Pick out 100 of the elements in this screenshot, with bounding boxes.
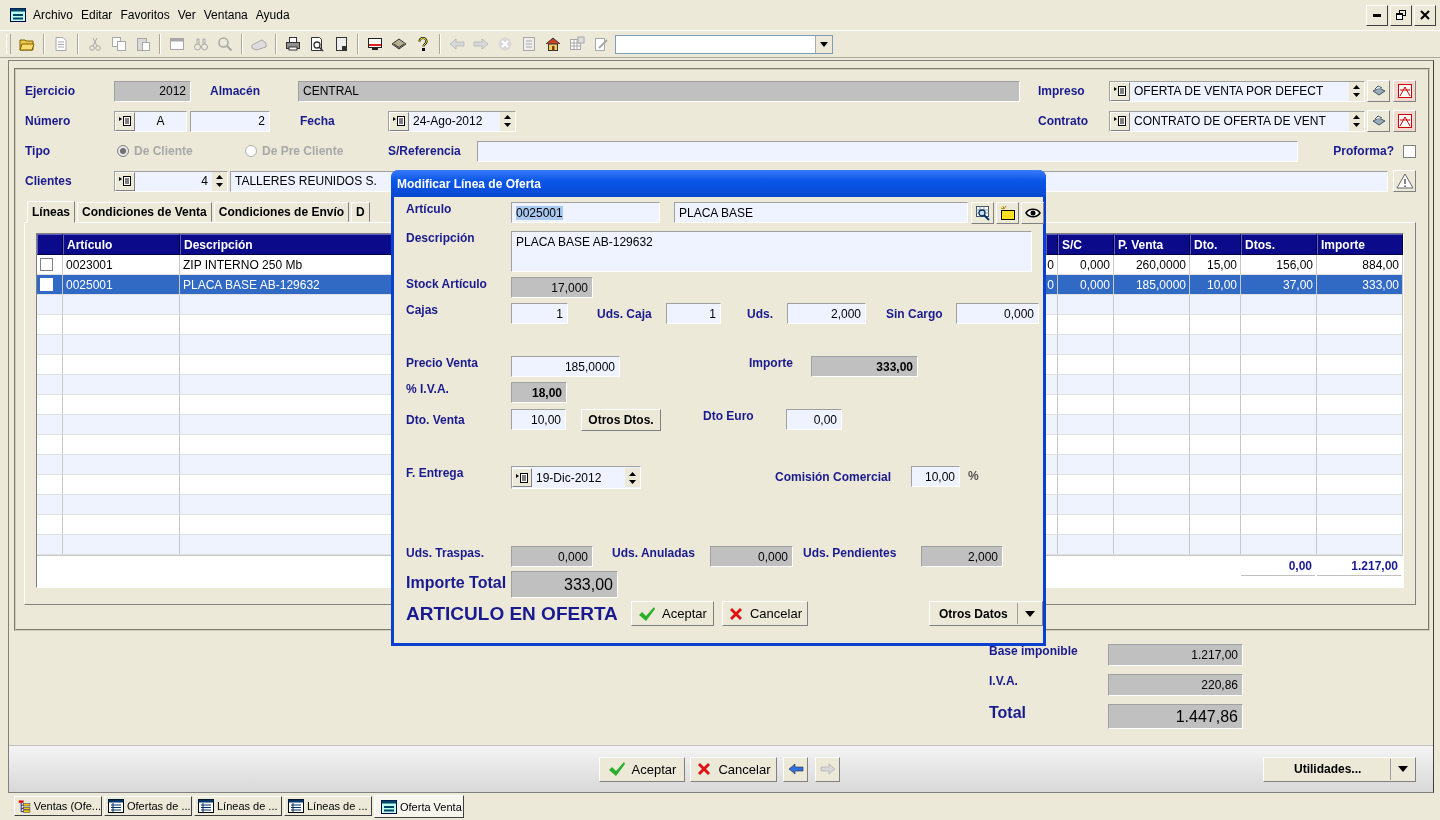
article-name-field[interactable]: PLACA BASE xyxy=(674,202,968,223)
description-field[interactable]: PLACA BASE AB-129632 xyxy=(511,231,1032,272)
tab[interactable]: Condiciones de Envío xyxy=(213,202,350,222)
article-code: 0025001 xyxy=(516,205,563,220)
printer-button[interactable] xyxy=(1367,110,1390,132)
spinner-icon[interactable] xyxy=(1352,84,1361,98)
cancelled-units-field: 0,000 xyxy=(710,546,793,567)
column-header[interactable]: S/C xyxy=(1058,234,1114,255)
discount-field[interactable]: 10,00 xyxy=(511,409,566,430)
cross-icon xyxy=(728,605,744,622)
cancel-button[interactable]: Cancelar xyxy=(690,756,777,782)
list-icon[interactable] xyxy=(118,115,132,127)
column-header[interactable]: Dto. xyxy=(1190,234,1241,255)
search-icon xyxy=(974,205,991,221)
date-field[interactable]: 24-Ago-2012 xyxy=(388,110,516,132)
column-header[interactable]: Dtos. xyxy=(1241,234,1317,255)
free-units-field[interactable]: 0,000 xyxy=(956,303,1039,324)
utilities-button[interactable]: Utilidades... xyxy=(1263,756,1416,782)
column-header[interactable]: Artículo xyxy=(63,234,180,255)
field-label: Uds. xyxy=(747,306,774,321)
back-arrow-button[interactable] xyxy=(783,756,808,782)
spinner-icon[interactable] xyxy=(628,470,637,485)
minimize-button[interactable] xyxy=(1366,4,1388,26)
menu-item[interactable]: Ventana xyxy=(199,8,252,22)
number-field[interactable]: 2 xyxy=(190,110,270,132)
spinner-icon[interactable] xyxy=(215,174,224,188)
table-cell: 0,000 xyxy=(1058,275,1114,295)
field-label: Cajas xyxy=(406,303,440,317)
list-icon[interactable] xyxy=(118,175,132,187)
customer-code-field[interactable]: 4 xyxy=(114,170,228,192)
contract-field[interactable]: CONTRATO DE OFERTA DE VENT xyxy=(1109,110,1365,132)
tab[interactable]: D xyxy=(351,202,370,222)
units-per-box-field[interactable]: 1 xyxy=(666,303,721,324)
euro-discount-field[interactable]: 0,00 xyxy=(786,409,842,430)
field-label: Ejercicio xyxy=(25,84,77,98)
series-field[interactable]: A xyxy=(114,110,187,132)
spinner-icon[interactable] xyxy=(503,114,512,128)
window-tab[interactable]: Líneas de ... xyxy=(284,796,372,816)
row-checkbox[interactable] xyxy=(40,258,53,271)
window-tab[interactable]: Líneas de ... xyxy=(194,796,282,816)
window-tab[interactable]: Ventas (Ofe... xyxy=(14,796,102,816)
list-icon[interactable] xyxy=(515,471,529,484)
column-header[interactable] xyxy=(37,234,63,255)
menu-item[interactable]: Ver xyxy=(173,8,200,22)
spinner-icon[interactable] xyxy=(1352,114,1361,128)
warning-button[interactable] xyxy=(1393,170,1416,192)
delivery-date-field[interactable]: 19-Dic-2012 xyxy=(511,466,641,489)
list-icon[interactable] xyxy=(1113,85,1127,97)
warehouse-field[interactable]: CENTRAL xyxy=(298,80,1020,102)
menu-item[interactable]: Favoritos xyxy=(116,8,174,22)
column-header[interactable] xyxy=(1046,234,1058,255)
restore-button[interactable] xyxy=(1390,4,1412,26)
table-cell xyxy=(1046,295,1058,315)
tab[interactable]: Líneas xyxy=(27,201,75,223)
units-field[interactable]: 2,000 xyxy=(787,303,866,324)
year-field[interactable]: 2012 xyxy=(114,80,191,102)
list-icon[interactable] xyxy=(1113,115,1127,127)
tab[interactable]: Condiciones de Venta xyxy=(77,202,212,222)
document-button[interactable] xyxy=(1393,80,1416,102)
eye-button[interactable] xyxy=(1021,202,1044,224)
document-button[interactable] xyxy=(1393,110,1416,132)
toolbar-dropdown[interactable] xyxy=(615,34,833,54)
commission-field[interactable]: 10,00 xyxy=(911,466,960,487)
window-tab[interactable]: Oferta Venta xyxy=(374,795,464,818)
table-cell xyxy=(1190,495,1241,515)
proforma-checkbox[interactable] xyxy=(1403,144,1416,158)
column-header[interactable]: P. Venta xyxy=(1114,234,1190,255)
reference-field[interactable] xyxy=(477,140,1298,162)
total-discounts: 0,00 xyxy=(1241,556,1315,576)
form-window-icon[interactable] xyxy=(10,7,26,23)
table-cell: 333,00 xyxy=(1317,275,1403,295)
caret-icon xyxy=(820,41,828,47)
print-format-field[interactable]: OFERTA DE VENTA POR DEFECT xyxy=(1109,80,1365,102)
article-code-field[interactable]: 0025001 xyxy=(511,202,660,223)
accept-button[interactable]: Aceptar xyxy=(599,756,685,782)
menu-item[interactable]: Ayuda xyxy=(251,8,294,22)
field-label: Tipo xyxy=(25,144,52,158)
table-cell xyxy=(1058,415,1114,435)
search-button[interactable] xyxy=(971,202,994,224)
boxes-field[interactable]: 1 xyxy=(511,303,568,324)
accept-button[interactable]: Aceptar xyxy=(631,601,714,626)
field-label: Comisión Comercial xyxy=(775,469,893,484)
window-tab[interactable]: Ofertas de ... xyxy=(104,796,192,816)
warning-icon xyxy=(1395,173,1414,189)
close-icon xyxy=(1420,10,1430,20)
table-cell xyxy=(37,415,63,435)
table-cell xyxy=(1190,335,1241,355)
menu-item[interactable]: Archivo xyxy=(29,8,77,22)
sale-price-field[interactable]: 185,0000 xyxy=(511,356,620,377)
field-label: Importe Total xyxy=(406,573,508,592)
new-folder-button[interactable] xyxy=(996,202,1019,224)
cancel-button[interactable]: Cancelar xyxy=(722,601,808,626)
column-header[interactable]: Importe xyxy=(1317,234,1403,255)
close-button[interactable] xyxy=(1414,4,1436,26)
other-data-button[interactable]: Otros Datos xyxy=(929,601,1043,626)
list-icon[interactable] xyxy=(392,115,406,127)
menu-item[interactable]: Editar xyxy=(77,8,117,22)
field-label: S/Referencia xyxy=(388,144,462,158)
other-discounts-button[interactable]: Otros Dtos. xyxy=(581,409,661,431)
printer-button[interactable] xyxy=(1367,80,1390,102)
